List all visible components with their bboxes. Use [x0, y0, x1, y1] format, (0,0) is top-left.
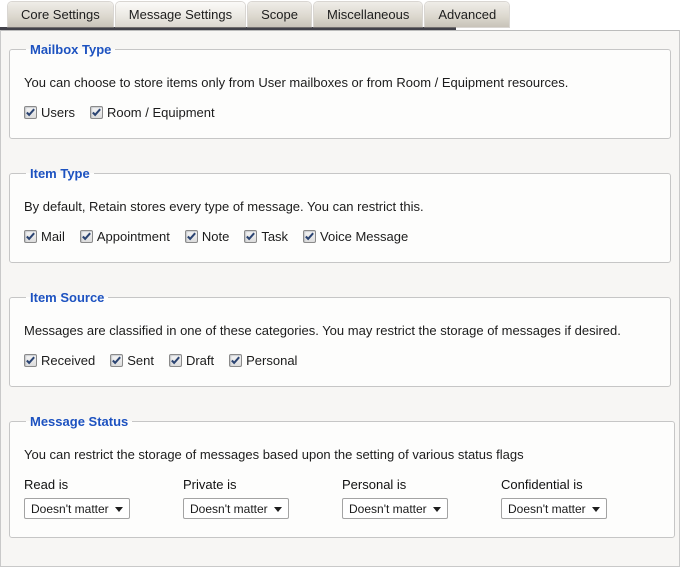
chevron-down-icon [274, 507, 282, 512]
chevron-down-icon [433, 507, 441, 512]
private-is-selected-value: Doesn't matter [190, 502, 268, 516]
checkbox-label: Draft [186, 353, 214, 368]
section-item-type-legend: Item Type [26, 166, 94, 181]
checkbox-label: Voice Message [320, 229, 408, 244]
personal-is-label: Personal is [342, 477, 501, 492]
section-item-type-description: By default, Retain stores every type of … [24, 199, 656, 214]
tab-message-settings[interactable]: Message Settings [116, 2, 245, 27]
checkbox-note[interactable]: Note [185, 229, 229, 244]
section-message-status-legend: Message Status [26, 414, 132, 429]
checkbox-label: Received [41, 353, 95, 368]
checkbox-checked-icon [110, 354, 123, 367]
section-mailbox-type: Mailbox Type You can choose to store ite… [9, 42, 671, 139]
checkbox-label: Appointment [97, 229, 170, 244]
checkbox-mail[interactable]: Mail [24, 229, 65, 244]
section-item-source: Item Source Messages are classified in o… [9, 290, 671, 387]
section-item-source-legend: Item Source [26, 290, 108, 305]
checkbox-label: Sent [127, 353, 154, 368]
tab-underline [0, 27, 456, 30]
checkbox-label: Users [41, 105, 75, 120]
checkbox-appointment[interactable]: Appointment [80, 229, 170, 244]
checkbox-checked-icon [185, 230, 198, 243]
message-status-dropdown-row: Read is Doesn't matter Private is Doesn'… [24, 477, 660, 519]
section-mailbox-type-description: You can choose to store items only from … [24, 75, 656, 90]
checkbox-label: Task [261, 229, 288, 244]
checkbox-received[interactable]: Received [24, 353, 95, 368]
tab-miscellaneous[interactable]: Miscellaneous [314, 2, 422, 27]
checkbox-label: Mail [41, 229, 65, 244]
item-source-checkbox-group: Received Sent Draft Personal [24, 353, 656, 368]
checkbox-checked-icon [229, 354, 242, 367]
checkbox-checked-icon [244, 230, 257, 243]
checkbox-label: Personal [246, 353, 297, 368]
settings-page: Core Settings Message Settings Scope Mis… [0, 0, 680, 567]
checkbox-draft[interactable]: Draft [169, 353, 214, 368]
private-is-label: Private is [183, 477, 342, 492]
tab-core-settings[interactable]: Core Settings [8, 2, 113, 27]
checkbox-voice-message[interactable]: Voice Message [303, 229, 408, 244]
message-settings-panel: Mailbox Type You can choose to store ite… [0, 30, 680, 567]
checkbox-checked-icon [303, 230, 316, 243]
confidential-is-select[interactable]: Doesn't matter [501, 498, 607, 519]
tab-bar: Core Settings Message Settings Scope Mis… [0, 0, 680, 30]
section-item-type: Item Type By default, Retain stores ever… [9, 166, 671, 263]
private-is-select[interactable]: Doesn't matter [183, 498, 289, 519]
checkbox-personal[interactable]: Personal [229, 353, 297, 368]
confidential-is-field: Confidential is Doesn't matter [501, 477, 660, 519]
section-item-source-description: Messages are classified in one of these … [24, 323, 656, 338]
read-is-label: Read is [24, 477, 183, 492]
tab-advanced[interactable]: Advanced [425, 2, 509, 27]
personal-is-select[interactable]: Doesn't matter [342, 498, 448, 519]
checkbox-task[interactable]: Task [244, 229, 288, 244]
private-is-field: Private is Doesn't matter [183, 477, 342, 519]
read-is-field: Read is Doesn't matter [24, 477, 183, 519]
chevron-down-icon [592, 507, 600, 512]
mailbox-type-checkbox-group: Users Room / Equipment [24, 105, 656, 120]
section-message-status: Message Status You can restrict the stor… [9, 414, 675, 538]
personal-is-selected-value: Doesn't matter [349, 502, 427, 516]
checkbox-users[interactable]: Users [24, 105, 75, 120]
checkbox-checked-icon [169, 354, 182, 367]
confidential-is-label: Confidential is [501, 477, 660, 492]
checkbox-checked-icon [90, 106, 103, 119]
read-is-selected-value: Doesn't matter [31, 502, 109, 516]
checkbox-label: Note [202, 229, 229, 244]
checkbox-checked-icon [24, 230, 37, 243]
checkbox-label: Room / Equipment [107, 105, 215, 120]
checkbox-checked-icon [24, 106, 37, 119]
checkbox-sent[interactable]: Sent [110, 353, 154, 368]
chevron-down-icon [115, 507, 123, 512]
section-mailbox-type-legend: Mailbox Type [26, 42, 115, 57]
confidential-is-selected-value: Doesn't matter [508, 502, 586, 516]
checkbox-room-equipment[interactable]: Room / Equipment [90, 105, 215, 120]
tab-scope[interactable]: Scope [248, 2, 311, 27]
item-type-checkbox-group: Mail Appointment Note Task Voice Message [24, 229, 656, 244]
checkbox-checked-icon [80, 230, 93, 243]
personal-is-field: Personal is Doesn't matter [342, 477, 501, 519]
section-message-status-description: You can restrict the storage of messages… [24, 447, 660, 462]
read-is-select[interactable]: Doesn't matter [24, 498, 130, 519]
checkbox-checked-icon [24, 354, 37, 367]
